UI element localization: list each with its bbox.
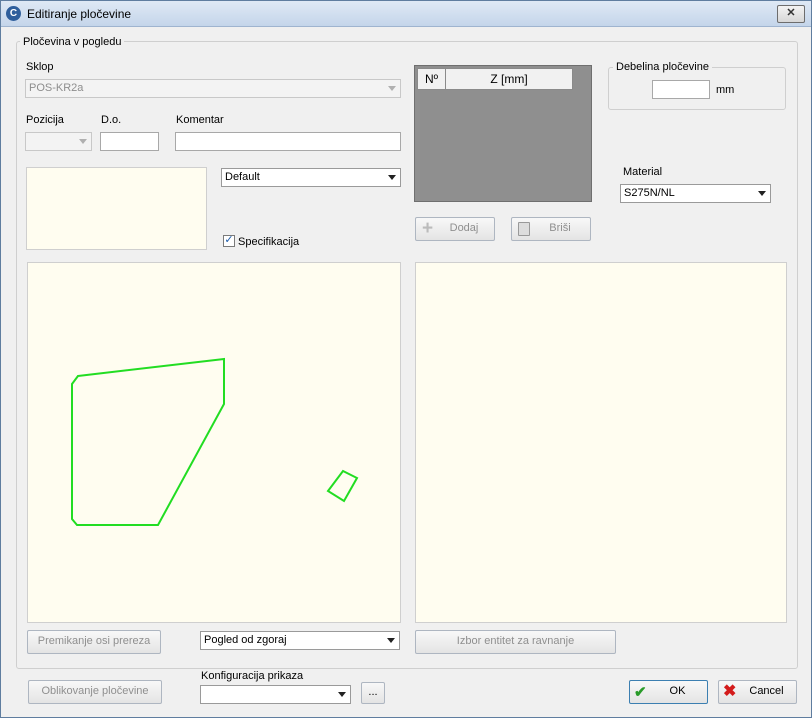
komentar-input[interactable] bbox=[175, 132, 401, 151]
column-header-z: Z [mm] bbox=[445, 68, 573, 90]
thickness-legend: Debelina pločevine bbox=[613, 61, 712, 73]
cancel-button[interactable]: ✖ Cancel bbox=[718, 680, 797, 704]
shape-sheet-button[interactable]: Oblikovanje pločevine bbox=[28, 680, 162, 704]
delete-button[interactable]: Briši bbox=[511, 217, 591, 241]
pozicija-label: Pozicija bbox=[26, 114, 64, 126]
chevron-down-icon bbox=[758, 191, 766, 196]
pozicija-select[interactable] bbox=[25, 132, 92, 151]
move-axis-button[interactable]: Premikanje osi prereza bbox=[27, 630, 161, 654]
plus-icon: + bbox=[422, 218, 434, 239]
sheet-outline-large bbox=[71, 357, 225, 526]
sklop-select[interactable]: POS-KR2a bbox=[25, 79, 401, 98]
close-button[interactable]: ✕ bbox=[777, 5, 805, 23]
chevron-down-icon bbox=[388, 86, 396, 91]
komentar-label: Komentar bbox=[176, 114, 224, 126]
cancel-label: Cancel bbox=[749, 685, 784, 697]
sklop-value: POS-KR2a bbox=[29, 82, 84, 94]
preview-box bbox=[26, 167, 207, 250]
drawing-canvas-right[interactable] bbox=[415, 262, 787, 623]
view-value: Pogled od zgoraj bbox=[204, 634, 287, 646]
trash-icon bbox=[518, 222, 530, 236]
view-select[interactable]: Pogled od zgoraj bbox=[200, 631, 400, 650]
do-label: D.o. bbox=[101, 114, 122, 126]
style-value: Default bbox=[225, 171, 260, 183]
config-label: Konfiguracija prikaza bbox=[201, 670, 304, 682]
material-label: Material bbox=[623, 166, 663, 178]
chevron-down-icon bbox=[387, 638, 395, 643]
style-select[interactable]: Default bbox=[221, 168, 401, 187]
add-button[interactable]: + Dodaj bbox=[415, 217, 495, 241]
material-value: S275N/NL bbox=[624, 187, 675, 199]
chevron-down-icon bbox=[338, 692, 346, 697]
chevron-down-icon bbox=[388, 175, 396, 180]
drawing-canvas-left[interactable] bbox=[27, 262, 401, 623]
checkmark-icon: ✔ bbox=[634, 684, 647, 701]
ok-button[interactable]: ✔ OK bbox=[629, 680, 708, 704]
do-input[interactable] bbox=[100, 132, 159, 151]
add-button-label: Dodaj bbox=[449, 222, 479, 234]
config-select[interactable] bbox=[200, 685, 351, 704]
z-table[interactable]: Nº Z [mm] bbox=[414, 65, 592, 202]
sheet-outline-small bbox=[326, 469, 359, 503]
title-bar: C Editiranje pločevine ✕ bbox=[1, 1, 811, 27]
select-entities-button[interactable]: Izbor entitet za ravnanje bbox=[415, 630, 616, 654]
thickness-input[interactable] bbox=[652, 80, 710, 99]
chevron-down-icon bbox=[79, 139, 87, 144]
sheet-group-legend: Pločevina v pogledu bbox=[20, 36, 125, 48]
thickness-unit: mm bbox=[716, 84, 735, 96]
column-header-no: Nº bbox=[417, 68, 446, 90]
specifikacija-checkbox[interactable]: ✓ bbox=[223, 235, 235, 247]
sklop-label: Sklop bbox=[26, 61, 54, 73]
cross-icon: ✖ bbox=[723, 683, 737, 700]
ok-label: OK bbox=[669, 685, 686, 697]
material-select[interactable]: S275N/NL bbox=[620, 184, 771, 203]
more-button[interactable]: ... bbox=[361, 682, 385, 704]
delete-button-label: Briši bbox=[549, 222, 571, 234]
window-title: Editiranje pločevine bbox=[27, 7, 132, 21]
app-icon: C bbox=[6, 6, 21, 21]
sheet-outline-drawing bbox=[71, 357, 359, 526]
specifikacija-label: Specifikacija bbox=[238, 236, 300, 248]
dialog-window: C Editiranje pločevine ✕ Pločevina v pog… bbox=[0, 0, 812, 718]
